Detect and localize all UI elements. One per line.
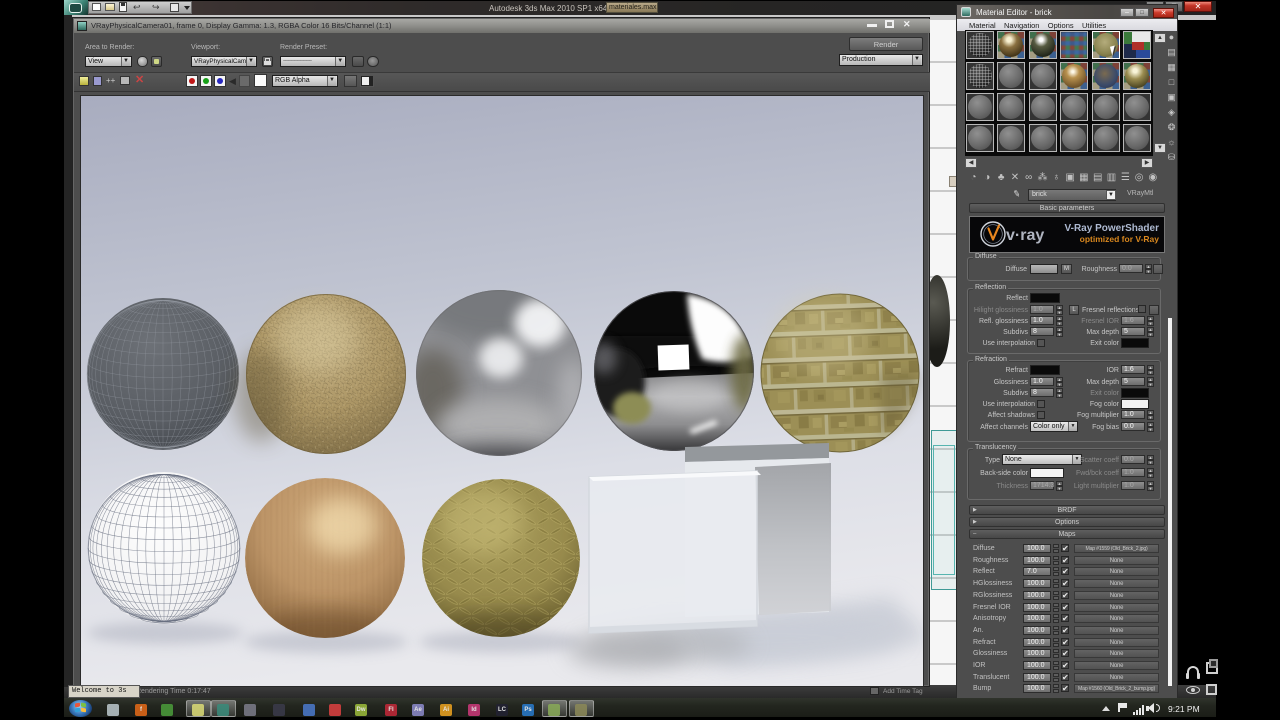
- svg-text:V-Ray PowerShader: V-Ray PowerShader: [1065, 223, 1160, 234]
- svg-text:v·ray: v·ray: [1006, 227, 1044, 244]
- svg-text:optimized for V-Ray: optimized for V-Ray: [1080, 234, 1160, 244]
